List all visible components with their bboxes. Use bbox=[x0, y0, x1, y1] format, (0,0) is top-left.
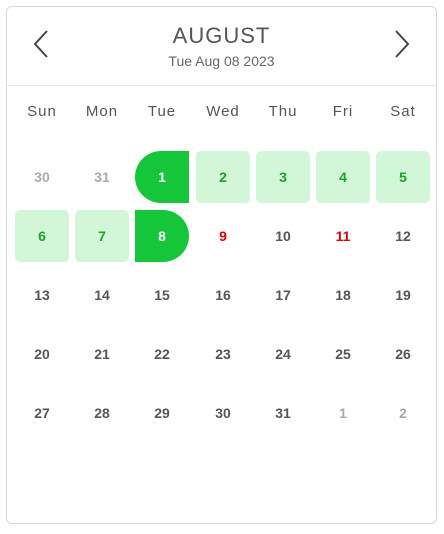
day-cell[interactable]: 2 bbox=[196, 151, 250, 203]
day-cell[interactable]: 28 bbox=[75, 387, 129, 439]
day-cell[interactable]: 20 bbox=[15, 328, 69, 380]
day-cell[interactable]: 31 bbox=[75, 151, 129, 203]
day-cell[interactable]: 31 bbox=[256, 387, 310, 439]
day-cell[interactable]: 11 bbox=[316, 210, 370, 262]
day-cell[interactable]: 19 bbox=[376, 269, 430, 321]
day-cell[interactable]: 30 bbox=[15, 151, 69, 203]
day-cell[interactable]: 17 bbox=[256, 269, 310, 321]
day-cell[interactable]: 24 bbox=[256, 328, 310, 380]
day-cell[interactable]: 9 bbox=[196, 210, 250, 262]
day-cell[interactable]: 8 bbox=[135, 210, 189, 262]
day-cell[interactable]: 26 bbox=[376, 328, 430, 380]
day-cell[interactable]: 5 bbox=[376, 151, 430, 203]
day-cell[interactable]: 22 bbox=[135, 328, 189, 380]
calendar-card: AUGUST Tue Aug 08 2023 Sun Mon Tue Wed Thu Fr… bbox=[6, 6, 437, 524]
day-cell[interactable]: 14 bbox=[75, 269, 129, 321]
day-grid: 30 31 1 2 3 4 5 6 7 8 9 10 11 12 13 14 15 16 17 18 19 20 21 22 2… bbox=[7, 7, 436, 523]
day-cell[interactable]: 2 bbox=[376, 387, 430, 439]
day-cell[interactable]: 30 bbox=[196, 387, 250, 439]
day-cell[interactable]: 7 bbox=[75, 210, 129, 262]
day-cell[interactable]: 25 bbox=[316, 328, 370, 380]
day-cell[interactable]: 1 bbox=[135, 151, 189, 203]
day-cell[interactable]: 12 bbox=[376, 210, 430, 262]
day-cell[interactable]: 1 bbox=[316, 387, 370, 439]
day-cell[interactable]: 23 bbox=[196, 328, 250, 380]
day-cell[interactable]: 4 bbox=[316, 151, 370, 203]
day-cell[interactable]: 29 bbox=[135, 387, 189, 439]
day-cell[interactable]: 16 bbox=[196, 269, 250, 321]
day-cell[interactable]: 13 bbox=[15, 269, 69, 321]
day-cell[interactable]: 18 bbox=[316, 269, 370, 321]
day-cell[interactable]: 15 bbox=[135, 269, 189, 321]
day-cell[interactable]: 6 bbox=[15, 210, 69, 262]
day-cell[interactable]: 3 bbox=[256, 151, 310, 203]
day-cell[interactable]: 10 bbox=[256, 210, 310, 262]
day-cell[interactable]: 27 bbox=[15, 387, 69, 439]
day-cell[interactable]: 21 bbox=[75, 328, 129, 380]
